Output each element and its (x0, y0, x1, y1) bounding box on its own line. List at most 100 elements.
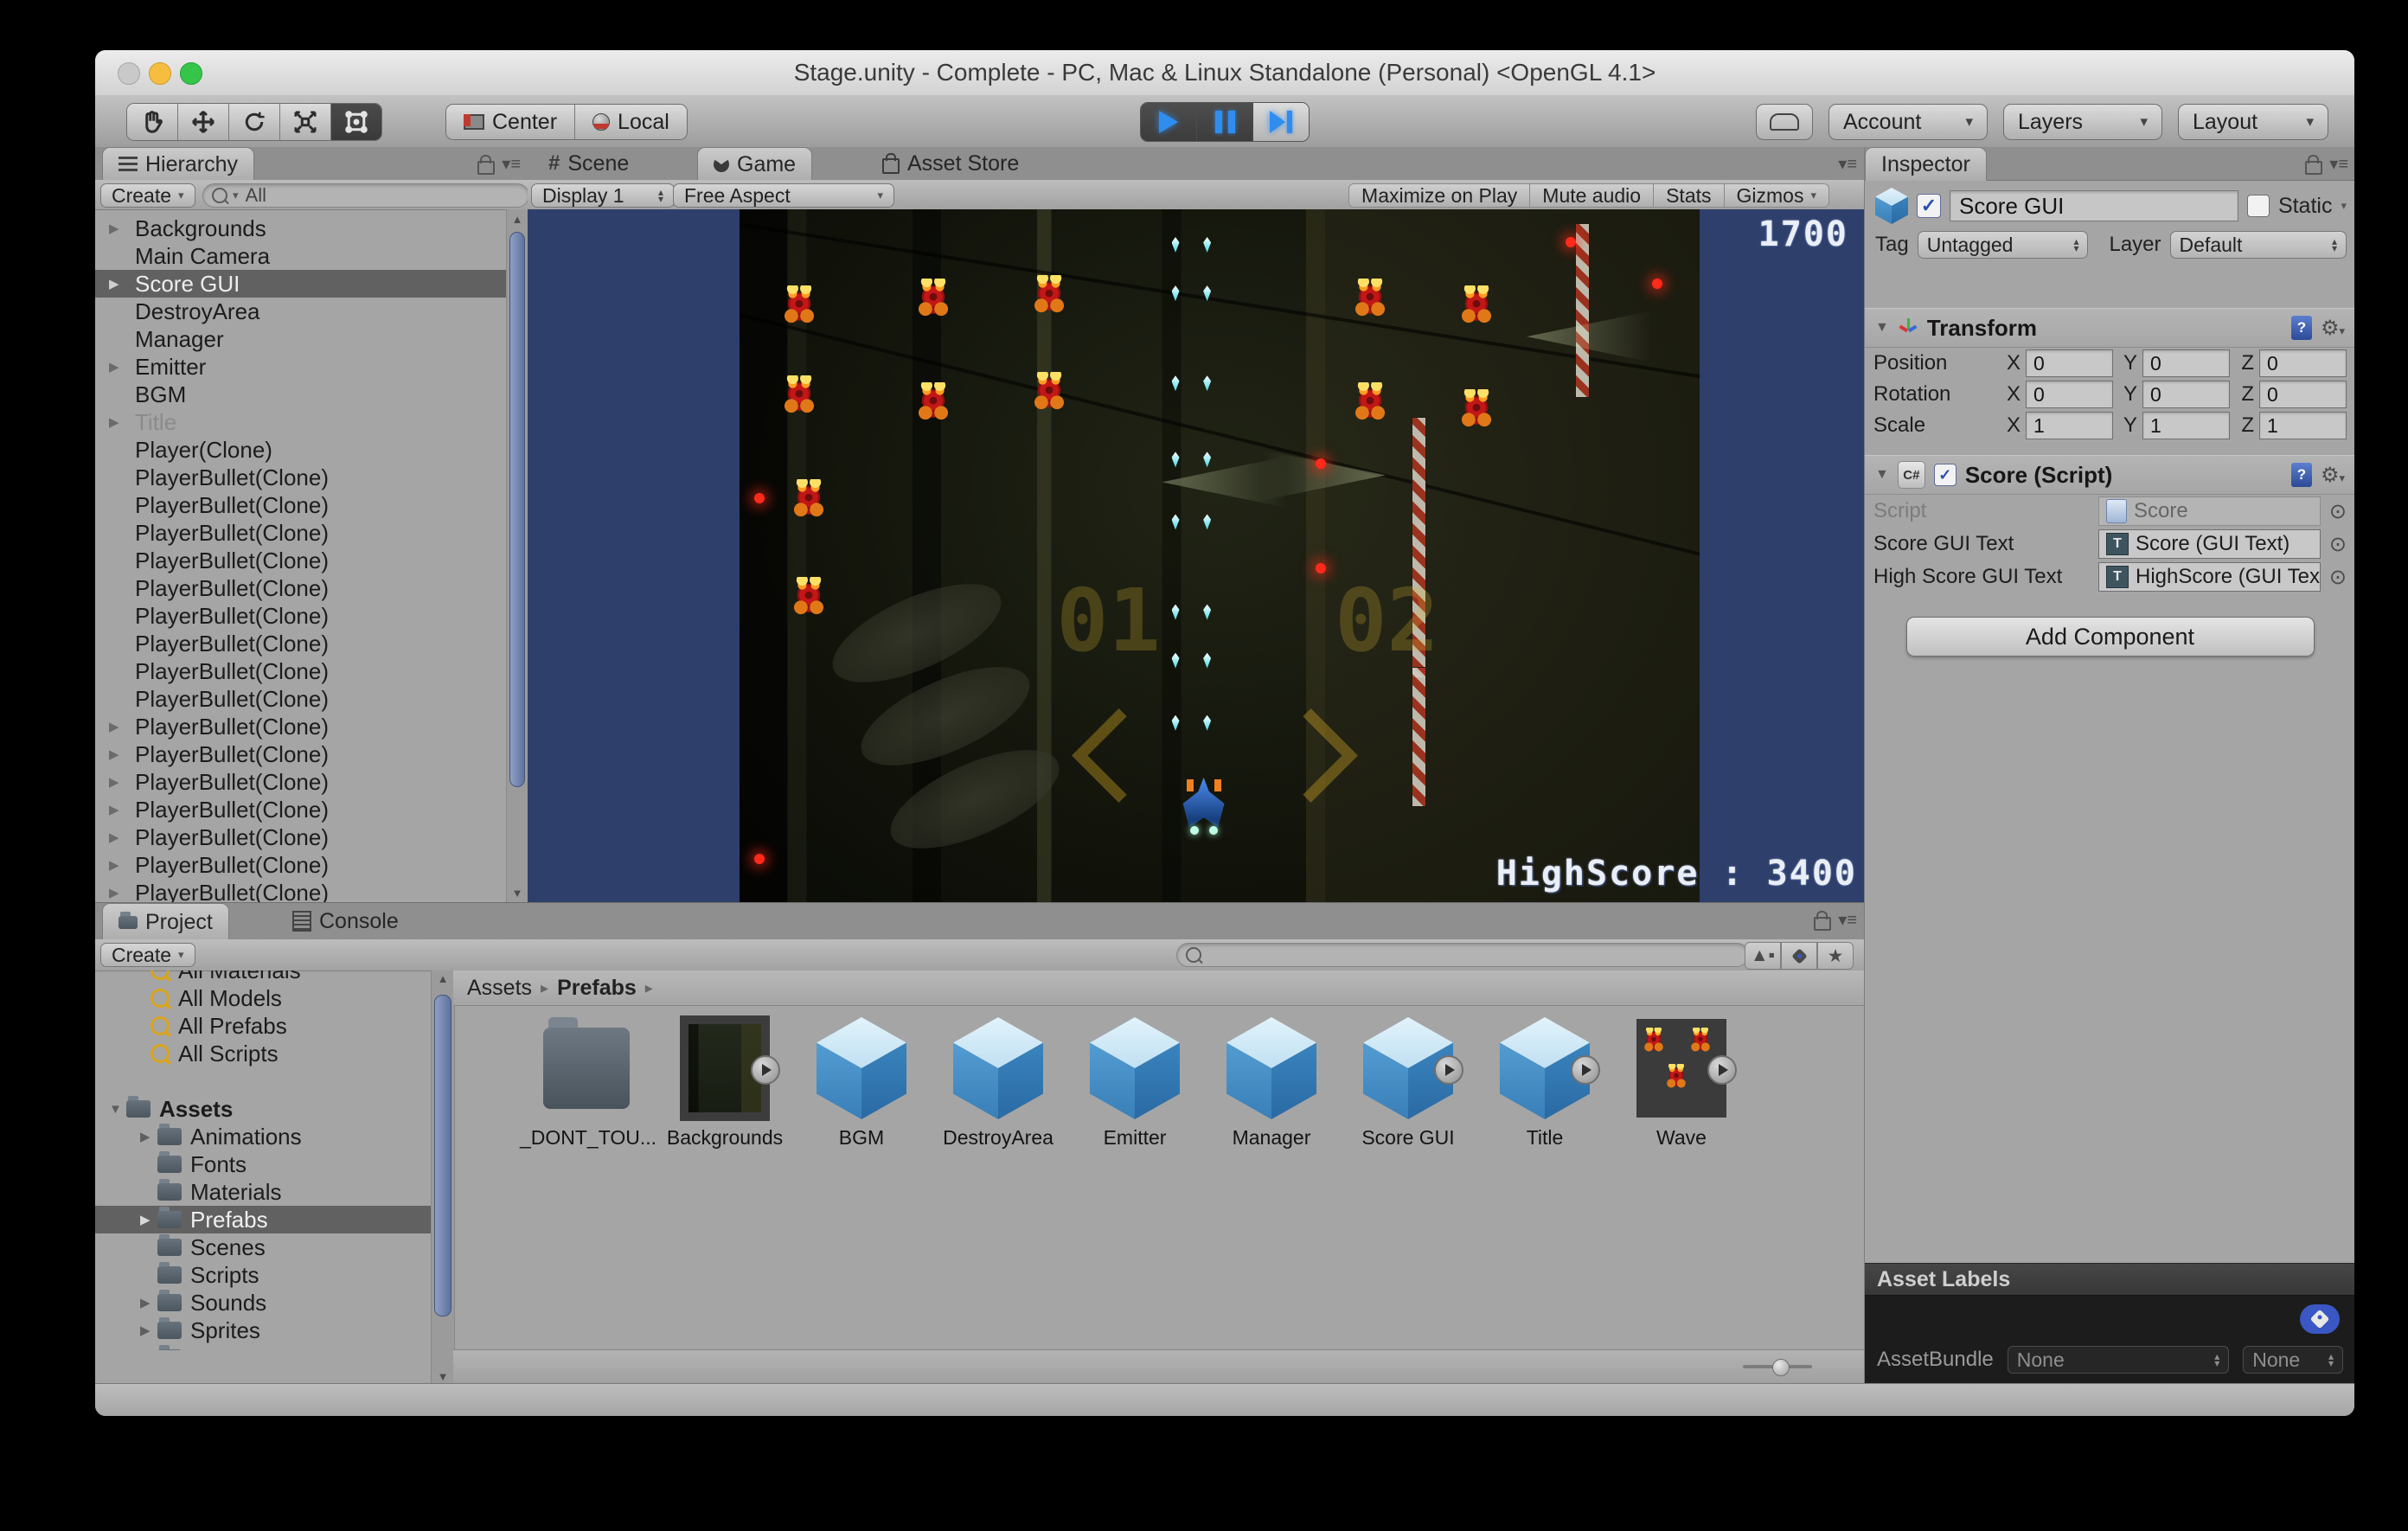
object-picker-icon[interactable]: ⊙ (2329, 499, 2347, 524)
disclosure-triangle-icon[interactable]: ▼ (109, 1102, 126, 1117)
project-search-input[interactable] (1207, 943, 1653, 967)
favorite-search-item[interactable]: All Models (95, 984, 431, 1012)
tree-folder-scenes[interactable]: Scenes (95, 1233, 431, 1261)
asset-item--dont-tou-[interactable]: _DONT_TOU... (540, 1017, 637, 1150)
cloud-services-button[interactable] (1756, 104, 1813, 140)
hand-tool-button[interactable] (127, 104, 178, 140)
hierarchy-scrollbar[interactable]: ▲ ▼ (506, 209, 528, 902)
project-search[interactable] (1176, 943, 1749, 967)
disclosure-triangle-icon[interactable]: ▶ (109, 359, 128, 375)
play-button[interactable] (1141, 103, 1197, 141)
account-dropdown[interactable]: Account▾ (1828, 104, 1988, 140)
favorites-star-icon[interactable]: ★ (1817, 942, 1854, 970)
static-checkbox[interactable]: ✓ (2247, 195, 2270, 217)
aspect-dropdown[interactable]: Free Aspect ▾ (673, 183, 894, 208)
label-tag-button[interactable] (2300, 1304, 2340, 1334)
transform-header[interactable]: ▼ Transform ? ⚙▾ (1865, 308, 2354, 348)
scroll-down-icon[interactable]: ▼ (507, 883, 528, 902)
expand-play-badge-icon[interactable] (1571, 1055, 1600, 1085)
rotation-y-field[interactable]: 0 (2142, 381, 2230, 408)
gear-icon[interactable]: ⚙▾ (2321, 463, 2345, 488)
scroll-up-icon[interactable]: ▲ (432, 972, 454, 985)
rotation-z-field[interactable]: 0 (2259, 381, 2347, 408)
asset-item-manager[interactable]: Manager (1223, 1017, 1320, 1150)
disclosure-triangle-icon[interactable]: ▶ (140, 1295, 157, 1310)
tab-asset-store[interactable]: Asset Store (867, 147, 1034, 180)
disclosure-triangle-icon[interactable]: ▶ (109, 774, 128, 790)
hierarchy-item[interactable]: PlayerBullet(Clone) (95, 657, 507, 685)
hierarchy-item[interactable]: ▶PlayerBullet(Clone) (95, 851, 507, 879)
hierarchy-item[interactable]: ▶Score GUI (95, 270, 507, 298)
tab-game[interactable]: Game (697, 147, 812, 181)
asset-item-backgrounds[interactable]: Backgrounds (676, 1017, 773, 1150)
object-reference-field[interactable]: TScore (GUI Text) (2098, 529, 2321, 559)
position-y-field[interactable]: 0 (2142, 349, 2230, 377)
hierarchy-create-button[interactable]: Create ▾ (100, 183, 195, 208)
disclosure-triangle-icon[interactable]: ▶ (140, 1129, 157, 1144)
gear-icon[interactable]: ⚙▾ (2321, 316, 2345, 341)
layer-dropdown[interactable]: Default ▴▾ (2170, 231, 2347, 259)
layers-dropdown[interactable]: Layers▾ (2003, 104, 2162, 140)
tree-folder-sprites[interactable]: ▶Sprites (95, 1316, 431, 1344)
asset-thumbnail[interactable] (953, 1017, 1043, 1119)
game-toolbar-button-gizmos[interactable]: Gizmos▾ (1725, 184, 1828, 207)
tree-folder-sounds[interactable]: ▶Sounds (95, 1289, 431, 1316)
hierarchy-item[interactable]: PlayerBullet(Clone) (95, 685, 507, 713)
scale-y-field[interactable]: 1 (2142, 412, 2230, 439)
tab-inspector[interactable]: Inspector (1865, 147, 1987, 181)
component-enabled-checkbox[interactable]: ✓ (1934, 464, 1956, 486)
hierarchy-item[interactable]: ▶PlayerBullet(Clone) (95, 823, 507, 851)
asset-thumbnail[interactable] (817, 1017, 906, 1119)
title-bar[interactable]: Stage.unity - Complete - PC, Mac & Linux… (95, 50, 2354, 96)
help-icon[interactable]: ? (2291, 463, 2312, 487)
hierarchy-item[interactable]: ▶Backgrounds (95, 215, 507, 242)
object-reference-field[interactable]: THighScore (GUI Tex (2098, 562, 2321, 592)
disclosure-triangle-icon[interactable]: ▶ (109, 746, 128, 762)
asset-item-wave[interactable]: Wave (1633, 1017, 1730, 1150)
tab-hierarchy[interactable]: Hierarchy (102, 147, 254, 181)
hierarchy-item[interactable]: PlayerBullet(Clone) (95, 602, 507, 630)
hierarchy-item[interactable]: ▶PlayerBullet(Clone) (95, 796, 507, 823)
filter-by-label-icon[interactable] (1781, 942, 1817, 970)
assetbundle-variant-dropdown[interactable]: None ▴▾ (2243, 1346, 2343, 1374)
asset-item-bgm[interactable]: BGM (813, 1017, 910, 1150)
tab-scene[interactable]: # Scene (533, 147, 644, 180)
asset-item-destroyarea[interactable]: DestroyArea (950, 1017, 1047, 1150)
disclosure-triangle-icon[interactable]: ▶ (140, 1323, 157, 1338)
object-picker-icon[interactable]: ⊙ (2329, 532, 2347, 557)
foldout-triangle-icon[interactable]: ▼ (1875, 320, 1889, 336)
tab-project[interactable]: Project (102, 903, 229, 940)
pane-menu-icon[interactable]: ▾≡ (502, 153, 521, 175)
tree-folder-materials[interactable]: Materials (95, 1178, 431, 1206)
thumbnail-zoom-slider[interactable] (1743, 1365, 1812, 1368)
game-toolbar-button-stats[interactable]: Stats (1654, 184, 1724, 207)
asset-thumbnail[interactable] (543, 1017, 633, 1119)
hierarchy-item[interactable]: ▶PlayerBullet(Clone) (95, 713, 507, 740)
game-toolbar-button-maximize-on-play[interactable]: Maximize on Play (1349, 184, 1530, 207)
game-viewport[interactable]: 0102 1700 HighScore : 3400 (528, 209, 1864, 902)
asset-thumbnail[interactable] (680, 1017, 770, 1119)
add-component-button[interactable]: Add Component (1906, 617, 2315, 657)
scale-x-field[interactable]: 1 (2026, 412, 2113, 439)
asset-thumbnail[interactable] (1636, 1017, 1726, 1119)
hierarchy-item[interactable]: ▶Title (95, 408, 507, 436)
object-picker-icon[interactable]: ⊙ (2329, 565, 2347, 590)
rect-tool-button[interactable] (331, 104, 381, 140)
asset-item-title[interactable]: Title (1496, 1017, 1593, 1150)
display-dropdown[interactable]: Display 1 ▴▾ (531, 183, 675, 208)
scrollbar-thumb[interactable] (509, 232, 525, 787)
step-button[interactable] (1253, 103, 1309, 141)
scrollbar-thumb[interactable] (434, 995, 452, 1316)
asset-thumbnail[interactable] (1226, 1017, 1316, 1119)
project-create-button[interactable]: Create ▾ (100, 943, 195, 967)
tab-console[interactable]: Console (277, 903, 414, 939)
tree-folder-prefabs[interactable]: ▶Prefabs (95, 1206, 431, 1233)
project-tree-scrollbar[interactable]: ▲ ▼ (431, 970, 455, 1385)
hierarchy-item[interactable]: PlayerBullet(Clone) (95, 464, 507, 491)
object-reference-field[interactable]: Score (2098, 496, 2321, 526)
active-checkbox[interactable]: ✓ (1917, 194, 1941, 218)
breadcrumb-prefabs[interactable]: Prefabs (557, 976, 637, 1001)
disclosure-triangle-icon[interactable]: ▶ (109, 276, 128, 291)
lock-icon[interactable] (2305, 161, 2322, 175)
favorite-search-item[interactable]: All Scripts (95, 1040, 431, 1067)
